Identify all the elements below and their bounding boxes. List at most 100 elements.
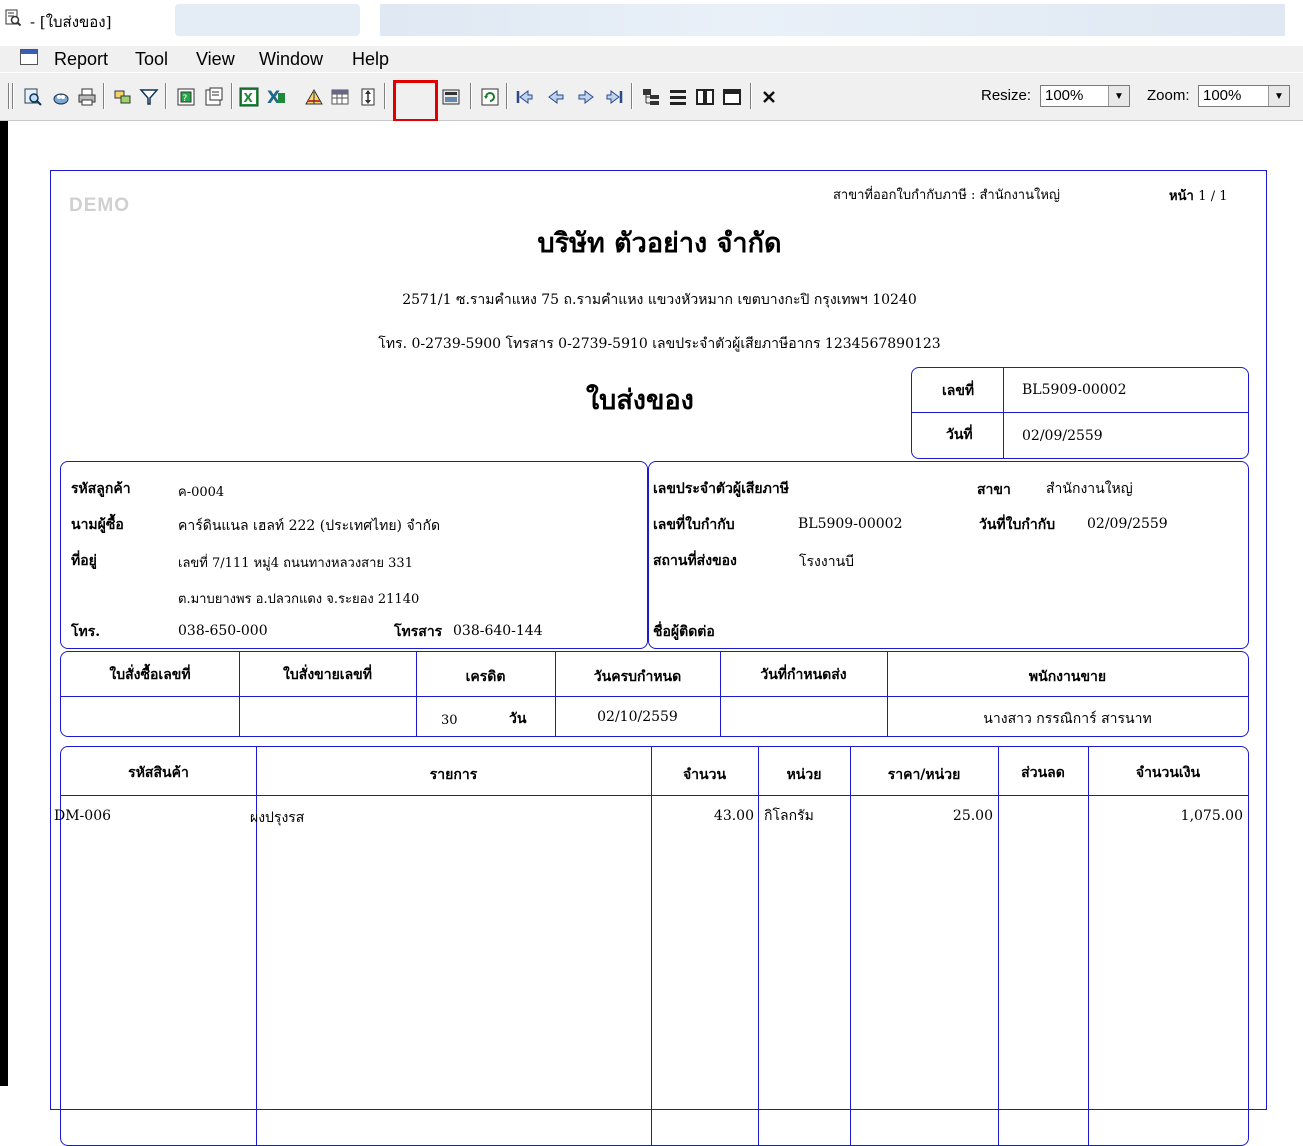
- export-icon[interactable]: [50, 86, 72, 108]
- terms-header-due: วันครบกำหนด: [593, 669, 682, 685]
- calculator-icon[interactable]: [440, 86, 462, 108]
- excel-x-icon[interactable]: X: [265, 86, 287, 108]
- branch-issuer: สาขาที่ออกใบกำกับภาษี : สำนักงานใหญ่: [833, 188, 1060, 203]
- toolbar-separator: [631, 83, 633, 109]
- rows-icon[interactable]: [667, 86, 689, 108]
- item-price: 25.00: [952, 808, 993, 824]
- zoom-select[interactable]: 100% ▼: [1198, 85, 1290, 107]
- excel-icon[interactable]: X: [238, 86, 260, 108]
- ship-to: โรงงานบี: [799, 554, 855, 570]
- page-number: หน้า 1 / 1: [1169, 185, 1227, 206]
- chevron-down-icon[interactable]: ▼: [1268, 86, 1289, 106]
- divider: [61, 795, 1248, 796]
- items-header-amount: จำนวนเงิน: [1135, 765, 1201, 781]
- toolbar-grip-2: [12, 83, 14, 109]
- close-icon[interactable]: [758, 86, 780, 108]
- pdf-icon[interactable]: [303, 86, 325, 108]
- menu-window[interactable]: Window: [259, 49, 323, 70]
- group-icon[interactable]: [112, 86, 134, 108]
- document-title: ใบส่งของ: [586, 385, 694, 416]
- toolbar-separator: [231, 83, 233, 109]
- buyer-label: นามผู้ซื้อ: [71, 517, 124, 533]
- chevron-down-icon[interactable]: ▼: [1108, 86, 1129, 106]
- doc-number-box: เลขที่ BL5909-00002 วันที่ 02/09/2559: [911, 367, 1249, 459]
- doc-date-label: วันที่: [946, 427, 973, 443]
- terms-credit-unit: วัน: [509, 711, 527, 727]
- columns-icon[interactable]: [694, 86, 716, 108]
- terms-header-so: ใบสั่งขายเลขที่: [283, 667, 372, 683]
- svg-text:X: X: [244, 91, 254, 105]
- design-icon[interactable]: ?: [175, 86, 197, 108]
- layout-icon[interactable]: [203, 86, 225, 108]
- ship-to-label: สถานที่ส่งของ: [653, 553, 737, 569]
- items-table: รหัสสินค้า รายการ จำนวน หน่วย ราคา/หน่วย…: [54, 746, 1249, 1146]
- customer-fax-label: โทรสาร: [394, 624, 443, 640]
- window-icon[interactable]: [721, 86, 743, 108]
- menu-report[interactable]: Report: [54, 49, 108, 70]
- item-desc: ผงปรุงรส: [250, 810, 305, 826]
- contact-person-label: ชื่อผู้ติดต่อ: [653, 624, 715, 640]
- company-contact: โทร. 0-2739-5900 โทรสาร 0-2739-5910 เลขป…: [378, 336, 941, 352]
- grid-icon[interactable]: [329, 86, 351, 108]
- filter-icon[interactable]: [138, 86, 160, 108]
- items-header-qty: จำนวน: [682, 767, 727, 783]
- next-page-icon[interactable]: [575, 86, 597, 108]
- highlight-box: [393, 80, 438, 122]
- first-page-icon[interactable]: [513, 86, 535, 108]
- menu-bar: Report Tool View Window Help: [0, 46, 1303, 72]
- customer-box: รหัสลูกค้า ค-0004 นามผู้ซื้อ คาร์ดินแนล …: [60, 461, 648, 649]
- print-icon[interactable]: [76, 86, 98, 108]
- items-header-unit: หน่วย: [786, 767, 822, 783]
- fit-height-icon[interactable]: [357, 86, 379, 108]
- toolbar-separator: [750, 83, 752, 109]
- zoom-value: 100%: [1203, 87, 1242, 104]
- report-app-icon: [5, 9, 21, 27]
- zoom-icon[interactable]: [22, 86, 44, 108]
- divider: [1003, 368, 1004, 458]
- menu-help[interactable]: Help: [352, 49, 389, 70]
- items-header-desc: รายการ: [429, 767, 478, 783]
- items-header-code: รหัสสินค้า: [128, 765, 189, 781]
- tax-box: เลขประจำตัวผู้เสียภาษี สาขา สำนักงานใหญ่…: [648, 461, 1249, 649]
- terms-table: ใบสั่งซื้อเลขที่ ใบสั่งขายเลขที่ เครดิต …: [60, 651, 1249, 737]
- items-header-discount: ส่วนลด: [1021, 765, 1065, 781]
- toolbar-separator: [384, 83, 386, 109]
- company-address: 2571/1 ซ.รามคำแหง 75 ถ.รามคำแหง แขวงหัวห…: [402, 292, 917, 308]
- doc-no-label: เลขที่: [942, 383, 975, 399]
- customer-code: ค-0004: [178, 485, 225, 500]
- item-amount: 1,075.00: [1180, 808, 1243, 824]
- terms-header-sales: พนักงานขาย: [1028, 669, 1107, 685]
- customer-code-label: รหัสลูกค้า: [71, 481, 131, 497]
- menu-view[interactable]: View: [196, 49, 235, 70]
- toolbar-separator: [165, 83, 167, 109]
- customer-tel-label: โทร.: [71, 624, 101, 640]
- resize-value: 100%: [1045, 87, 1084, 104]
- prev-page-icon[interactable]: [545, 86, 567, 108]
- zoom-label: Zoom:: [1147, 87, 1190, 104]
- doc-no: BL5909-00002: [1022, 382, 1127, 398]
- terms-credit: 30: [441, 713, 458, 728]
- taxid-label: เลขประจำตัวผู้เสียภาษี: [653, 481, 789, 497]
- last-page-icon[interactable]: [604, 86, 626, 108]
- viewer-left-edge: [0, 121, 8, 1086]
- terms-header-credit: เครดิต: [465, 669, 506, 685]
- company-name: บริษัท ตัวอย่าง จำกัด: [537, 228, 782, 259]
- divider: [912, 412, 1248, 413]
- item-code: DM-006: [54, 808, 112, 824]
- tree-icon[interactable]: [640, 86, 662, 108]
- refresh-icon[interactable]: [479, 86, 501, 108]
- branch-value: สำนักงานใหญ่: [1046, 481, 1133, 497]
- resize-select[interactable]: 100% ▼: [1040, 85, 1130, 107]
- toolbar-separator: [506, 83, 508, 109]
- address-line-1: เลขที่ 7/111 หมู่4 ถนนทางหลวงสาย 331: [178, 556, 413, 571]
- invoice-date-label: วันที่ใบกำกับ: [979, 517, 1056, 533]
- address-label: ที่อยู่: [71, 553, 97, 569]
- menu-tool[interactable]: Tool: [135, 49, 168, 70]
- address-line-2: ต.มาบยางพร อ.ปลวกแดง จ.ระยอง 21140: [178, 592, 420, 607]
- title-bar-blurred-area-2: [380, 4, 1285, 36]
- resize-label: Resize:: [981, 87, 1032, 104]
- title-bar-blurred-area: [175, 4, 360, 36]
- toolbar-grip: [8, 83, 10, 109]
- divider: [651, 747, 652, 1145]
- mdi-child-icon[interactable]: [20, 49, 38, 65]
